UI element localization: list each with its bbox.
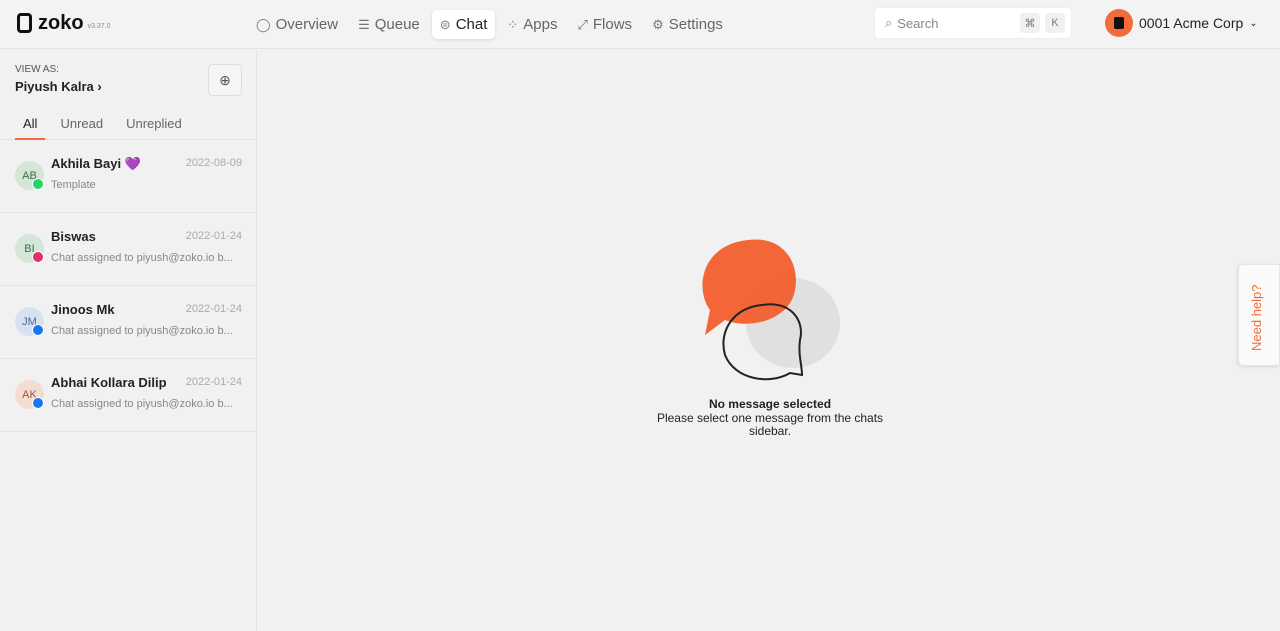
chat-list-item[interactable]: AK Abhai Kollara Dilip 2022-01-24 Chat assi… — [0, 359, 256, 432]
chat-list-item[interactable]: JM Jinoos Mk 2022-01-24 Chat assigned to pi… — [0, 286, 256, 359]
nav-chat[interactable]: ⊜ Chat — [431, 10, 496, 39]
nav-overview[interactable]: ◯ Overview — [248, 10, 346, 39]
whatsapp-icon — [32, 178, 44, 190]
need-help-button[interactable]: Need help? — [1238, 264, 1280, 366]
add-chat-icon: ⊕ — [219, 71, 231, 88]
tab-all[interactable]: All — [15, 116, 46, 140]
gear-icon: ⚙ — [652, 16, 664, 32]
apps-icon: ⁘ — [507, 16, 519, 32]
queue-icon: ☰ — [358, 16, 370, 32]
account-avatar — [1105, 9, 1133, 37]
k-key: K — [1045, 13, 1065, 33]
search-input[interactable]: ⌕ Search ⌘ K — [874, 7, 1072, 39]
logo-icon — [17, 13, 32, 33]
version: v3.37.0 — [87, 23, 111, 30]
chat-icon: ⊜ — [439, 16, 451, 32]
chat-list-item[interactable]: BI Biswas 2022-01-24 Chat assigned to piyus… — [0, 213, 256, 286]
view-as-selector[interactable]: Piyush Kalra › — [15, 79, 102, 94]
flows-icon: ⤢ — [577, 16, 588, 32]
empty-state: No message selected Please select one mes… — [656, 397, 884, 438]
tab-unread[interactable]: Unread — [52, 116, 111, 140]
search-icon: ⌕ — [885, 15, 893, 30]
instagram-icon — [32, 251, 44, 263]
chevron-down-icon: ⌄ — [1249, 17, 1258, 29]
top-bar: zoko v3.37.0 ◯ Overview ☰ Queue ⊜ Chat ⁘ Apps… — [0, 0, 1280, 49]
main-nav: ◯ Overview ☰ Queue ⊜ Chat ⁘ Apps ⤢ Flows ⚙ Set… — [248, 10, 731, 39]
chevron-right-icon: › — [97, 79, 102, 94]
chat-list-item[interactable]: AB Akhila Bayi 💜 2022-08-09 Template — [0, 140, 256, 213]
nav-flows[interactable]: ⤢ Flows — [569, 10, 640, 39]
account-switcher[interactable]: 0001 Acme Corp ⌄ — [1105, 9, 1258, 37]
nav-queue[interactable]: ☰ Queue — [350, 10, 428, 39]
new-chat-button[interactable]: ⊕ — [208, 64, 242, 96]
circle-icon: ◯ — [256, 16, 271, 32]
chat-list: AB Akhila Bayi 💜 2022-08-09 Template BI Bisw… — [0, 140, 256, 432]
chat-sidebar: VIEW AS: Piyush Kalra › ⊕ All Unread Unr… — [0, 50, 257, 631]
empty-chat-illustration — [702, 239, 840, 381]
logo[interactable]: zoko v3.37.0 — [17, 13, 111, 33]
nav-apps[interactable]: ⁘ Apps — [499, 10, 565, 39]
tab-unreplied[interactable]: Unreplied — [118, 116, 190, 140]
chat-filter-tabs: All Unread Unreplied — [0, 116, 256, 140]
nav-settings[interactable]: ⚙ Settings — [644, 10, 731, 39]
facebook-icon — [32, 397, 44, 409]
view-as-label: VIEW AS: — [15, 64, 59, 75]
cmd-key: ⌘ — [1020, 13, 1040, 33]
facebook-icon — [32, 324, 44, 336]
